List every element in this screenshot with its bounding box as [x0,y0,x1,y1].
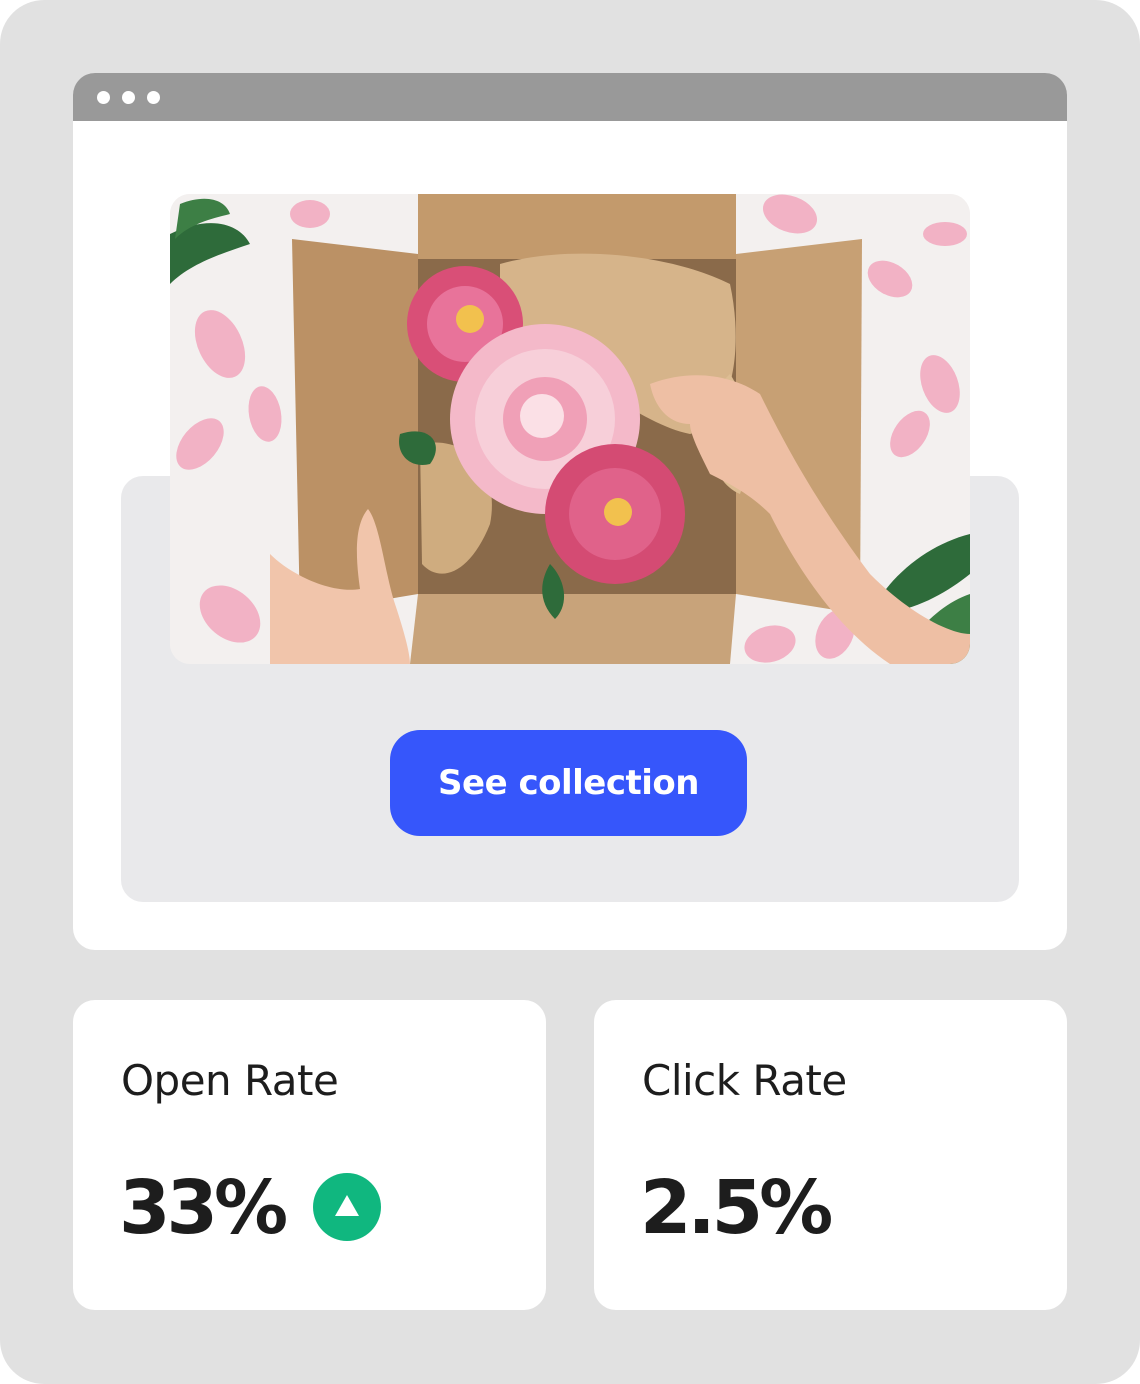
peony-bottom-right [545,444,685,584]
see-collection-button[interactable]: See collection [390,730,747,836]
box-flap-top [418,194,736,264]
browser-titlebar [73,73,1067,121]
browser-window: See collection [73,73,1067,950]
open-rate-card: Open Rate 33% [73,1000,546,1310]
window-control-dot[interactable] [122,91,135,104]
hero-image [170,194,970,664]
window-control-dot[interactable] [147,91,160,104]
flowers-box-illustration [170,194,970,664]
box-flap-bottom [410,594,736,664]
arrow-up-icon [313,1173,381,1241]
click-rate-card: Click Rate 2.5% [594,1000,1067,1310]
box-flap-left [292,239,418,614]
mockup-frame: See collection Open Rate 33% Click Rate … [0,0,1140,1384]
window-control-dot[interactable] [97,91,110,104]
click-rate-label: Click Rate [642,1056,847,1105]
click-rate-value: 2.5% [640,1165,833,1251]
open-rate-value: 33% [119,1165,288,1251]
open-rate-label: Open Rate [121,1056,339,1105]
